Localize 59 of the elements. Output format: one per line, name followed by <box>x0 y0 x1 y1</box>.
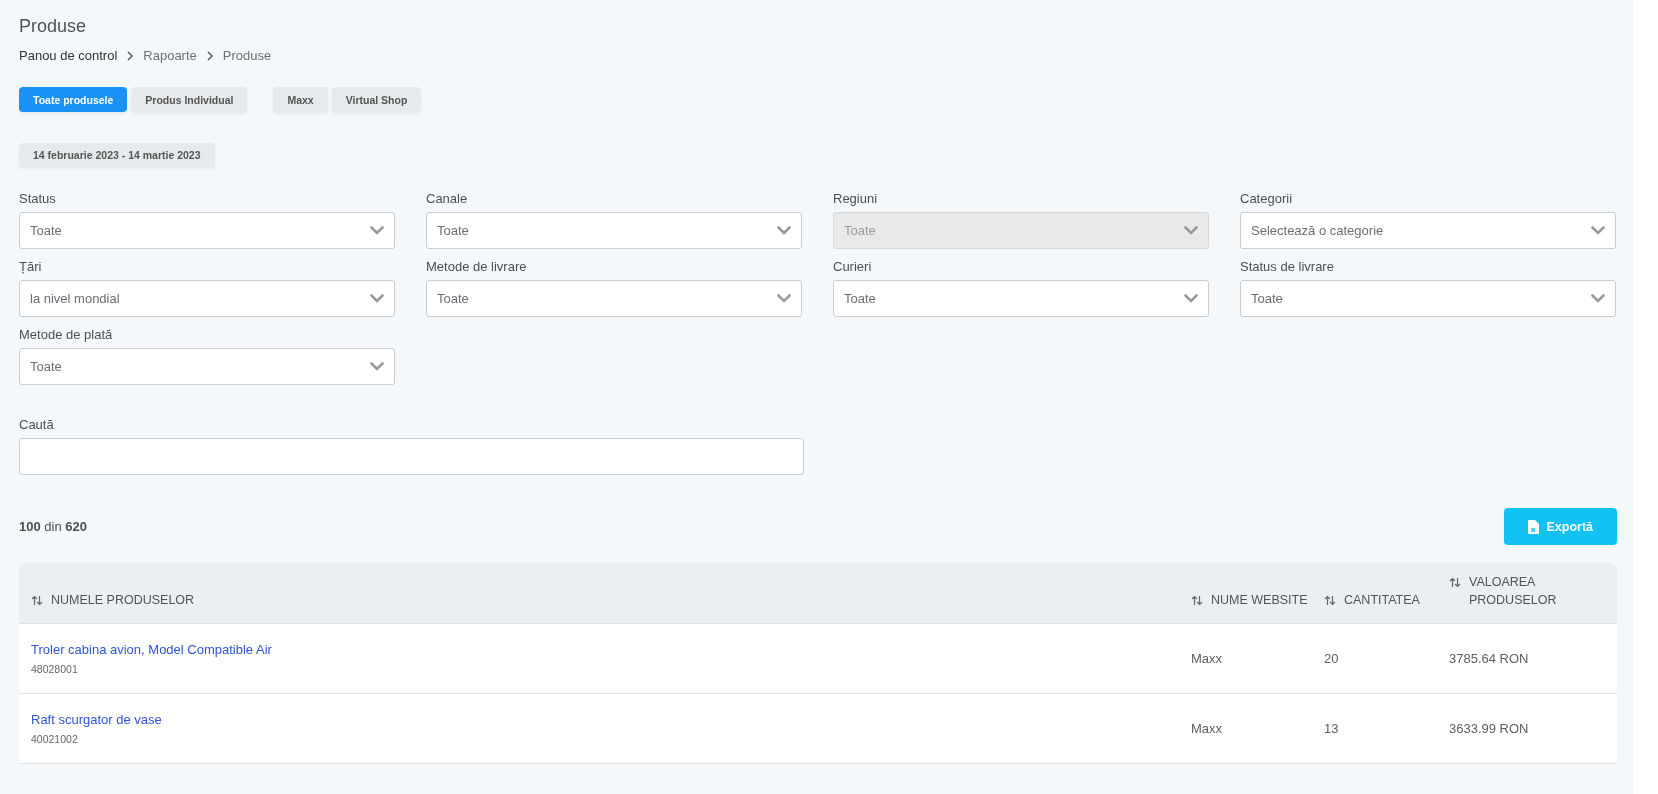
tab[interactable]: Maxx <box>273 87 328 112</box>
sort-icon[interactable] <box>1191 595 1203 606</box>
chevron-down-icon <box>1184 294 1198 303</box>
breadcrumb-item: Produse <box>222 48 272 63</box>
page-title: Produse <box>19 16 88 37</box>
chevron-down-icon <box>1184 226 1198 235</box>
product-code: 40021002 <box>31 733 78 745</box>
column-header: CANTITATEA <box>1344 592 1420 609</box>
field-label: Țări <box>19 259 43 274</box>
chevron-down-icon <box>370 362 384 371</box>
column-header: VALOAREA PRODUSELOR <box>1469 574 1558 609</box>
dropdown[interactable]: Toate <box>1240 280 1616 317</box>
product-link[interactable]: Raft scurgator de vase <box>31 712 162 727</box>
table-cell-text: Maxx <box>1190 721 1224 736</box>
column-header: NUME WEBSITE <box>1211 592 1308 609</box>
chevron-down-icon <box>777 294 791 303</box>
search-field[interactable] <box>19 438 804 475</box>
tab[interactable]: Produs Individual <box>131 87 248 112</box>
dropdown[interactable]: la nivel mondial <box>19 280 395 317</box>
dropdown[interactable]: Selectează o categorie <box>1240 212 1616 249</box>
tab[interactable]: Toate produsele <box>19 87 128 112</box>
table-cell-text: 20 <box>1323 651 1340 666</box>
field-label: Caută <box>19 417 55 432</box>
table-cell-text: 13 <box>1323 721 1340 736</box>
dropdown[interactable]: Toate <box>426 280 802 317</box>
field-label: Metode de livrare <box>426 259 528 274</box>
field-label: Categorii <box>1240 191 1294 206</box>
chevron-right-icon <box>127 50 134 61</box>
chevron-down-icon <box>370 294 384 303</box>
product-link[interactable]: Troler cabina avion, Model Compatible Air <box>31 642 272 657</box>
table-cell-text: Maxx <box>1190 651 1224 666</box>
field-label: Metode de plată <box>19 327 114 342</box>
chevron-down-icon <box>777 226 791 235</box>
column-header: NUMELE PRODUSELOR <box>51 592 195 609</box>
sort-icon[interactable] <box>1449 577 1461 588</box>
chevron-right-icon <box>206 50 213 61</box>
table-cell-text: 3633.99 RON <box>1448 721 1530 736</box>
tab[interactable]: Virtual Shop <box>331 87 422 112</box>
spreadsheet-file-icon <box>1528 519 1540 534</box>
product-code: 48028001 <box>31 663 78 675</box>
chevron-down-icon <box>1591 226 1605 235</box>
table-cell-text: 3785.64 RON <box>1448 651 1530 666</box>
result-count: 100 din 620 <box>19 519 87 534</box>
field-label: Regiuni <box>833 191 879 206</box>
dropdown[interactable]: Toate <box>19 348 395 385</box>
sort-icon[interactable] <box>31 595 43 606</box>
sort-icon[interactable] <box>1324 595 1336 606</box>
dropdown[interactable]: Toate <box>426 212 802 249</box>
date-range-button[interactable]: 14 februarie 2023 - 14 martie 2023 <box>19 143 215 167</box>
breadcrumb-item[interactable]: Panou de control <box>19 48 118 63</box>
field-label: Status de livrare <box>1240 259 1335 274</box>
chevron-down-icon <box>1591 294 1605 303</box>
dropdown[interactable]: Toate <box>833 280 1209 317</box>
field-label: Canale <box>426 191 469 206</box>
field-label: Status <box>19 191 57 206</box>
field-label: Curieri <box>833 259 873 274</box>
chevron-down-icon <box>370 226 384 235</box>
breadcrumb-item[interactable]: Rapoarte <box>143 48 197 63</box>
dropdown[interactable]: Toate <box>19 212 395 249</box>
